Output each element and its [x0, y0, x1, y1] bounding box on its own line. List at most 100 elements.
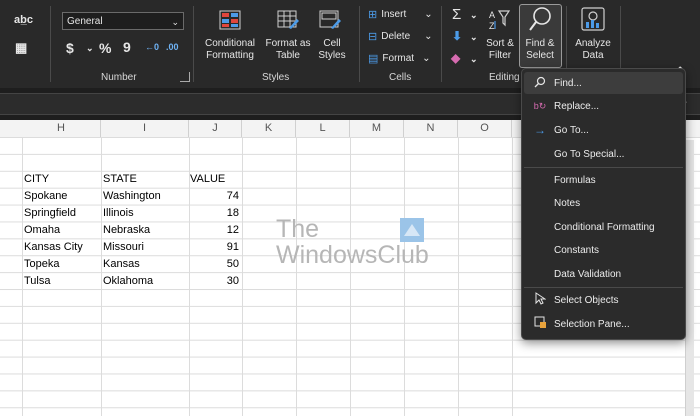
cell-styles-icon[interactable] [319, 10, 341, 30]
gridline [458, 137, 459, 416]
menu-item-conditional-formatting[interactable]: Conditional Formatting [524, 216, 683, 238]
format-button[interactable]: ▤ Format ⌄ [368, 52, 430, 65]
cell-value[interactable]: 91 [189, 239, 239, 256]
conditional-formatting-button[interactable]: Conditional Formatting [197, 38, 263, 62]
cell-styles-button[interactable]: Cell Styles [313, 38, 351, 62]
cell-value[interactable]: 50 [189, 256, 239, 273]
format-as-table-button[interactable]: Format as Table [263, 38, 313, 62]
gridline [242, 137, 243, 416]
cell-state[interactable]: Kansas [103, 256, 140, 273]
sort-filter-icon[interactable]: A Z [488, 8, 512, 32]
column-header[interactable]: N [404, 120, 458, 137]
increase-decimal-icon[interactable]: ←0 [145, 42, 159, 52]
menu-item-select-objects[interactable]: Select Objects [524, 289, 683, 311]
number-format-value: General [67, 16, 103, 27]
column-header[interactable]: M [350, 120, 404, 137]
menu-label: Notes [554, 197, 581, 209]
menu-item-replace[interactable]: b↻ Replace... [524, 95, 683, 117]
menu-label: Replace... [554, 100, 600, 112]
cell-value[interactable]: 74 [189, 188, 239, 205]
gridline [22, 137, 23, 416]
chevron-down-icon[interactable]: ⌄ [470, 54, 478, 65]
format-as-table-icon[interactable] [277, 10, 299, 30]
find-select-menu: Find... b↻ Replace... → Go To... Go To S… [521, 68, 686, 340]
column-header[interactable]: K [242, 120, 296, 137]
gridline [350, 137, 351, 416]
watermark-logo-icon [400, 218, 424, 242]
cells-group-label: Cells [389, 72, 412, 83]
cell-city[interactable]: Omaha [24, 222, 60, 239]
header-city[interactable]: CITY [24, 171, 49, 188]
cell-state[interactable]: Oklahoma [103, 273, 153, 290]
chevron-down-icon: ⌄ [424, 31, 433, 42]
percent-button[interactable]: % [99, 40, 111, 56]
chevron-down-icon[interactable]: ⌄ [470, 32, 478, 43]
cell-city[interactable]: Topeka [24, 256, 59, 273]
delete-button[interactable]: ⊟ Delete ⌄ [368, 30, 433, 43]
menu-item-notes[interactable]: Notes [524, 192, 683, 214]
header-value[interactable]: VALUE [190, 171, 225, 188]
header-state[interactable]: STATE [103, 171, 137, 188]
menu-label: Go To... [554, 124, 589, 136]
currency-button[interactable]: $ [66, 40, 74, 56]
number-launcher-icon[interactable] [180, 72, 190, 82]
menu-label: Conditional Formatting [554, 221, 655, 233]
cell-value[interactable]: 30 [189, 273, 239, 290]
menu-item-selection-pane[interactable]: Selection Pane... [524, 313, 683, 335]
analyze-data-icon[interactable] [580, 6, 606, 32]
cell-value[interactable]: 12 [189, 222, 239, 239]
number-group-label: Number [101, 72, 137, 83]
cell-city[interactable]: Kansas City [24, 239, 83, 256]
find-select-icon[interactable] [529, 6, 553, 32]
editing-group-label: Editing [489, 72, 520, 83]
watermark-line2: WindowsClub [276, 241, 429, 269]
menu-item-data-validation[interactable]: Data Validation [524, 263, 683, 285]
cell-state[interactable]: Washington [103, 188, 161, 205]
chevron-down-icon[interactable]: ⌄ [470, 10, 478, 21]
menu-item-constants[interactable]: Constants [524, 239, 683, 261]
cell-city[interactable]: Springfield [24, 205, 76, 222]
autosum-icon[interactable]: Σ [452, 6, 461, 23]
selection-pane-icon [532, 316, 548, 332]
cell-state[interactable]: Illinois [103, 205, 134, 222]
find-select-button[interactable]: Find & Select [520, 38, 560, 62]
separator [359, 6, 360, 82]
menu-label: Find... [554, 77, 582, 89]
sort-filter-button[interactable]: Sort & Filter [482, 38, 518, 62]
insert-icon: ⊞ [368, 9, 378, 21]
menu-item-go-to[interactable]: → Go To... [524, 119, 683, 141]
fill-icon[interactable]: ⬇ [452, 29, 462, 43]
column-header[interactable]: I [101, 120, 189, 137]
borders-icon[interactable]: ▦ [15, 40, 27, 56]
vertical-scrollbar[interactable] [685, 140, 694, 416]
clear-eraser-icon[interactable]: ◆ [451, 51, 460, 65]
gridline [101, 137, 102, 416]
arrow-right-icon: → [534, 123, 546, 137]
column-header[interactable]: H [22, 120, 101, 137]
replace-icon: b↻ [533, 100, 547, 111]
currency-dropdown-icon[interactable]: ⌄ [86, 43, 94, 54]
cell-city[interactable]: Spokane [24, 188, 67, 205]
cell-value[interactable]: 18 [189, 205, 239, 222]
column-header[interactable]: J [189, 120, 242, 137]
search-icon [532, 76, 548, 91]
delete-icon: ⊟ [368, 31, 378, 43]
menu-item-find[interactable]: Find... [524, 72, 683, 94]
conditional-formatting-icon[interactable] [219, 10, 241, 30]
number-format-dropdown[interactable]: General ⌄ [62, 12, 184, 30]
decrease-decimal-icon[interactable]: .00 [166, 42, 179, 52]
analyze-data-button[interactable]: Analyze Data [570, 38, 616, 62]
menu-label: Data Validation [554, 268, 622, 280]
menu-item-formulas[interactable]: Formulas [524, 169, 683, 191]
comma-style-button[interactable]: 9 [123, 39, 131, 55]
column-header[interactable]: L [296, 120, 350, 137]
menu-label: Formulas [554, 174, 596, 186]
insert-button[interactable]: ⊞ Insert ⌄ [368, 8, 433, 21]
column-header[interactable]: O [458, 120, 512, 137]
cell-city[interactable]: Tulsa [24, 273, 51, 290]
cell-state[interactable]: Nebraska [103, 222, 150, 239]
cell-state[interactable]: Missouri [103, 239, 144, 256]
menu-label: Go To Special... [554, 148, 625, 160]
spell-check-icon[interactable]: ab̲c [14, 14, 33, 26]
menu-item-go-to-special[interactable]: Go To Special... [524, 143, 683, 165]
